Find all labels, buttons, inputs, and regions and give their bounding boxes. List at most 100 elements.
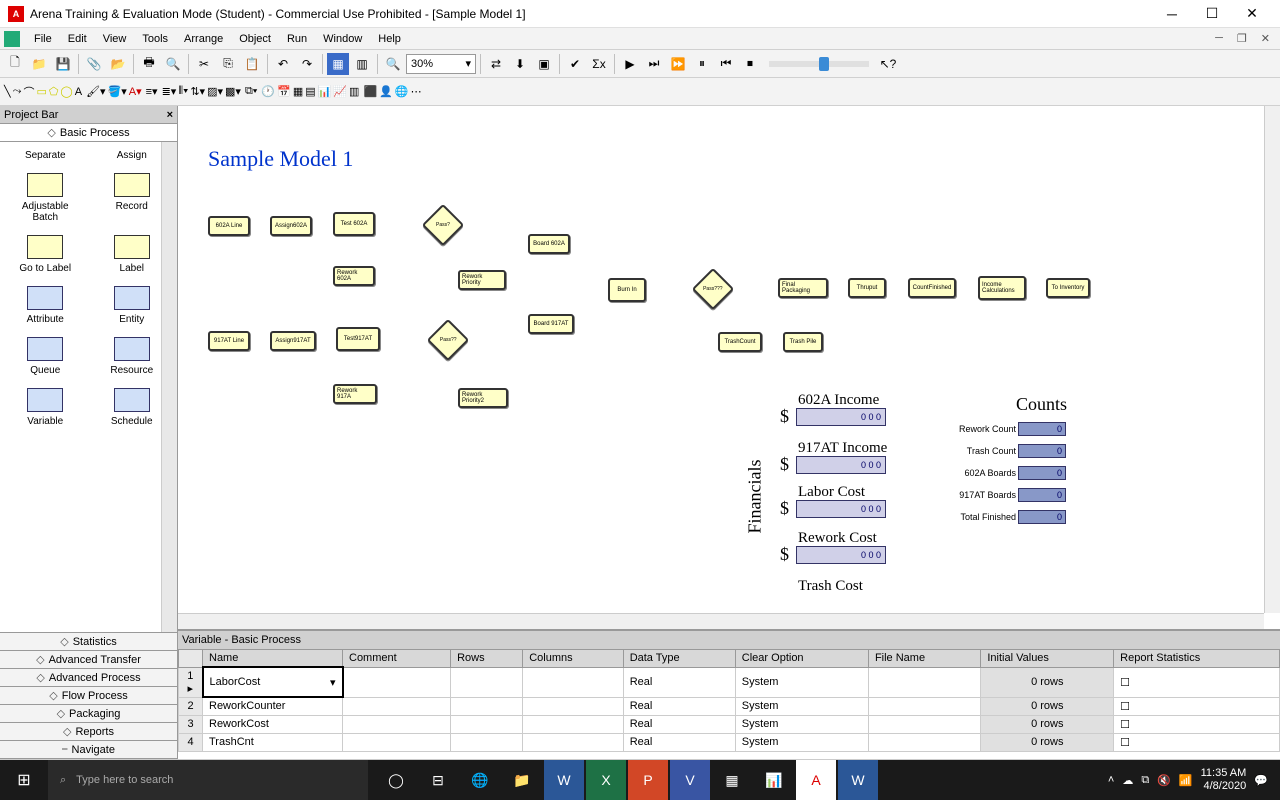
- arc-tool[interactable]: ⌒: [23, 84, 34, 100]
- block-trashcount[interactable]: TrashCount: [718, 332, 762, 352]
- check-button[interactable]: ✔: [564, 53, 586, 75]
- start-button[interactable]: ⊞: [0, 760, 48, 800]
- maximize-button[interactable]: ☐: [1192, 0, 1232, 28]
- link-tool[interactable]: ⧉▾: [245, 85, 257, 98]
- col-rows[interactable]: Rows: [451, 650, 523, 668]
- menu-view[interactable]: View: [95, 31, 135, 47]
- volume-icon[interactable]: 🔇: [1157, 774, 1171, 787]
- word2-icon[interactable]: W: [838, 760, 878, 800]
- block-reworkprio2[interactable]: Rework Priority2: [458, 388, 508, 408]
- col-columns[interactable]: Columns: [523, 650, 623, 668]
- section-reports[interactable]: Reports: [0, 723, 177, 741]
- step-button[interactable]: ⏭: [643, 53, 665, 75]
- app-icon[interactable]: ▦: [712, 760, 752, 800]
- powerpoint-icon[interactable]: P: [628, 760, 668, 800]
- section-flowprocess[interactable]: Flow Process: [0, 687, 177, 705]
- col-filename[interactable]: File Name: [868, 650, 980, 668]
- notifications-icon[interactable]: 💬: [1254, 774, 1268, 787]
- date-tool[interactable]: 📅: [277, 85, 291, 98]
- plot-tool[interactable]: 📈: [333, 85, 347, 98]
- context-help-button[interactable]: ↖?: [877, 53, 899, 75]
- col-initvals[interactable]: Initial Values: [981, 650, 1114, 668]
- block-finalpkg[interactable]: Final Packaging: [778, 278, 828, 298]
- cut-button[interactable]: ✂: [193, 53, 215, 75]
- spreadsheet-table[interactable]: Name Comment Rows Columns Data Type Clea…: [178, 649, 1280, 759]
- project-bar-scrollbar[interactable]: [161, 142, 177, 632]
- pb-item-attribute[interactable]: Attribute: [4, 282, 87, 329]
- block-pass3[interactable]: Pass???: [692, 268, 734, 310]
- copy-button[interactable]: ⎘: [217, 53, 239, 75]
- pb-item-adjbatch[interactable]: Adjustable Batch: [4, 169, 87, 227]
- app-icon[interactable]: 📊: [754, 760, 794, 800]
- menu-run[interactable]: Run: [279, 31, 315, 47]
- block-burnin[interactable]: Burn In: [608, 278, 646, 302]
- open-button[interactable]: 📁: [28, 53, 50, 75]
- project-bar-close[interactable]: ×: [167, 109, 173, 121]
- section-basic-process[interactable]: Basic Process: [0, 124, 177, 142]
- block-toinv[interactable]: To Inventory: [1046, 278, 1090, 298]
- col-datatype[interactable]: Data Type: [623, 650, 735, 668]
- new-button[interactable]: 🗋: [4, 53, 26, 75]
- polygon-tool[interactable]: ⬠: [49, 85, 59, 98]
- print-button[interactable]: 🖶: [138, 53, 160, 75]
- block-board602a[interactable]: Board 602A: [528, 234, 570, 254]
- block-pass2[interactable]: Pass??: [427, 319, 469, 361]
- distribute-tool[interactable]: ⫴▾: [178, 85, 188, 98]
- visio-icon[interactable]: V: [670, 760, 710, 800]
- queue-tool[interactable]: ⋯: [411, 85, 422, 98]
- pb-item-gotolabel[interactable]: Go to Label: [4, 231, 87, 278]
- paste-button[interactable]: 📋: [241, 53, 263, 75]
- onedrive-icon[interactable]: ☁: [1122, 774, 1133, 787]
- wifi-icon[interactable]: 📶: [1179, 774, 1193, 787]
- mdi-close[interactable]: ✕: [1255, 32, 1276, 45]
- histogram-tool[interactable]: 📊: [318, 85, 332, 98]
- ellipse-tool[interactable]: ◯: [60, 85, 72, 98]
- block-rework917a[interactable]: Rework 917A: [333, 384, 377, 404]
- line-width-tool[interactable]: ≡▾: [146, 85, 158, 98]
- taskbar-search[interactable]: ⌕ Type here to search: [48, 760, 368, 800]
- play-button[interactable]: ▶: [619, 53, 641, 75]
- mdi-minimize[interactable]: ─: [1209, 32, 1229, 45]
- expression-button[interactable]: Σx: [588, 53, 610, 75]
- system-tray[interactable]: ˄ ☁ ⧉ 🔇 📶 11:35 AM 4/8/2020 💬: [1096, 767, 1280, 793]
- pb-item-queue[interactable]: Queue: [4, 333, 87, 380]
- menu-window[interactable]: Window: [315, 31, 370, 47]
- cortana-icon[interactable]: ⊟: [418, 760, 458, 800]
- block-test917at[interactable]: Test917AT: [336, 327, 380, 351]
- menu-object[interactable]: Object: [231, 31, 279, 47]
- dropbox-icon[interactable]: ⧉: [1141, 774, 1149, 787]
- pause-button[interactable]: ⏸: [691, 53, 713, 75]
- table-row[interactable]: 3 ReworkCost Real System 0 rows ☐: [179, 715, 1280, 733]
- menu-help[interactable]: Help: [370, 31, 409, 47]
- table-row[interactable]: 1 ▸ LaborCost ▾ Real System 0 rows ☐: [179, 667, 1280, 697]
- rect-tool[interactable]: ▭: [36, 85, 46, 98]
- menu-file[interactable]: File: [26, 31, 60, 47]
- chart-tool[interactable]: ▥: [349, 85, 359, 98]
- global-tool[interactable]: 🌐: [395, 85, 409, 98]
- stop-button[interactable]: ⏹: [739, 53, 761, 75]
- arena-taskbar-icon[interactable]: A: [796, 760, 836, 800]
- fastfwd-button[interactable]: ⏩: [667, 53, 689, 75]
- table-row[interactable]: 2 ReworkCounter Real System 0 rows ☐: [179, 697, 1280, 715]
- start-over-button[interactable]: ⏮: [715, 53, 737, 75]
- attach-button[interactable]: 📎: [83, 53, 105, 75]
- pb-item-separate[interactable]: Separate: [4, 146, 87, 165]
- text-tool[interactable]: A: [75, 86, 82, 98]
- zoom-combo[interactable]: 30%▾: [406, 54, 476, 74]
- menu-edit[interactable]: Edit: [60, 31, 95, 47]
- align-left-tool[interactable]: ≣▾: [162, 85, 177, 98]
- preview-button[interactable]: 🔍: [162, 53, 184, 75]
- layers-button[interactable]: ▦: [327, 53, 349, 75]
- level-tool[interactable]: ▤: [305, 85, 315, 98]
- tray-up-icon[interactable]: ˄: [1108, 774, 1114, 786]
- resource-tool[interactable]: 👤: [379, 85, 393, 98]
- redo-button[interactable]: ↷: [296, 53, 318, 75]
- pattern2-tool[interactable]: ▩▾: [225, 85, 241, 98]
- connect-button[interactable]: ⇄: [485, 53, 507, 75]
- block-trashpile[interactable]: Trash Pile: [783, 332, 823, 352]
- minimize-button[interactable]: ─: [1152, 0, 1192, 28]
- section-advprocess[interactable]: Advanced Process: [0, 669, 177, 687]
- submodel-button[interactable]: ▣: [533, 53, 555, 75]
- word-icon[interactable]: W: [544, 760, 584, 800]
- fill-tool[interactable]: 🪣▾: [108, 85, 127, 98]
